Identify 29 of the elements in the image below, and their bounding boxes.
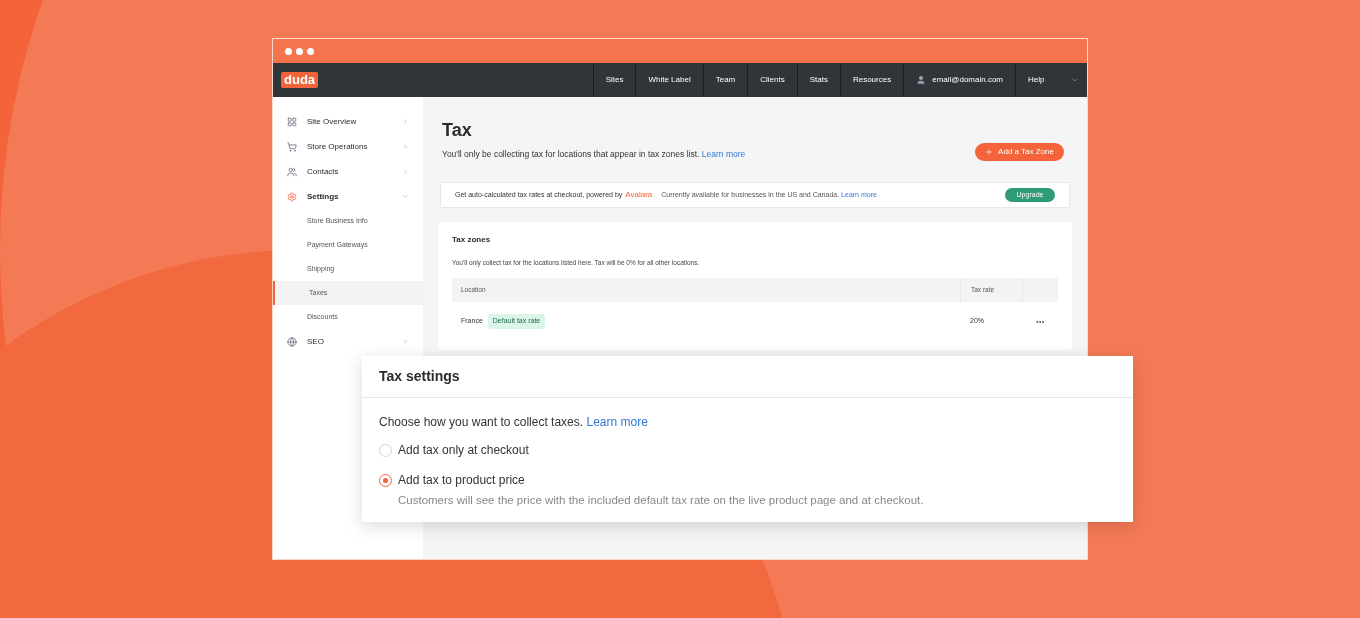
chevron-icon bbox=[402, 168, 409, 175]
sidebar-item[interactable]: Settings bbox=[273, 184, 423, 209]
learn-more-link[interactable]: Learn more bbox=[586, 415, 648, 429]
chevron-icon bbox=[402, 193, 409, 200]
chevron-icon bbox=[402, 338, 409, 345]
learn-more-link[interactable]: Learn more bbox=[701, 149, 746, 159]
sidebar-item[interactable]: Store Operations bbox=[273, 134, 423, 159]
sidebar-item[interactable]: Site Overview bbox=[273, 109, 423, 134]
caret-icon bbox=[1071, 76, 1079, 84]
sidebar-item[interactable]: Contacts bbox=[273, 159, 423, 184]
page-title: Tax bbox=[442, 119, 473, 142]
globe-icon bbox=[287, 336, 297, 347]
sidebar-item[interactable]: SEO bbox=[273, 329, 423, 354]
avalara-logo: Avalara bbox=[625, 188, 653, 201]
panel-prompt: Choose how you want to collect taxes. Learn more bbox=[379, 414, 649, 431]
chevron-icon bbox=[402, 118, 409, 125]
panel-title: Tax settings bbox=[379, 367, 460, 386]
cart-icon bbox=[287, 141, 297, 152]
people-icon bbox=[287, 166, 297, 177]
card-title: Tax zones bbox=[452, 233, 492, 246]
grid-icon bbox=[287, 116, 297, 127]
user-icon bbox=[916, 75, 927, 85]
page-subtitle: You'll only be collecting tax for locations that appear in tax zones list. Learn more bbox=[442, 148, 746, 161]
settings-icon bbox=[287, 191, 297, 202]
plus-icon bbox=[985, 147, 994, 156]
radio-label: Add tax to product price bbox=[398, 472, 525, 489]
chevron-icon bbox=[402, 143, 409, 150]
radio-label: Add tax only at checkout bbox=[398, 442, 529, 459]
option-description: Customers will see the price with the included default tax rate on the live product page and at checkout. bbox=[398, 493, 925, 508]
